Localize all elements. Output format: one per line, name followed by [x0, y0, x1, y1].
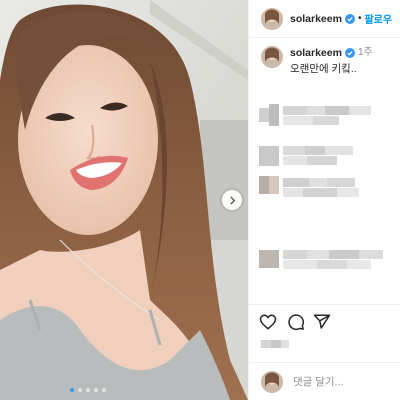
heart-icon[interactable] — [259, 313, 277, 331]
verified-badge-icon — [344, 48, 355, 58]
avatar[interactable] — [261, 46, 283, 68]
caption-timestamp[interactable]: 1주 — [358, 46, 373, 60]
carousel-dot — [86, 388, 90, 392]
avatar — [261, 370, 283, 393]
avatar[interactable] — [261, 7, 283, 30]
comment-input[interactable] — [293, 375, 393, 388]
verified-badge-icon — [344, 13, 355, 24]
chevron-right-icon — [229, 195, 235, 205]
carousel-next-button[interactable] — [222, 190, 242, 210]
carousel-indicator — [70, 388, 106, 392]
carousel-dot — [70, 388, 74, 392]
carousel-dot — [78, 388, 82, 392]
comment-composer — [249, 362, 400, 400]
post-photo — [0, 0, 248, 400]
list-item[interactable] — [259, 174, 399, 208]
list-item[interactable] — [259, 246, 399, 276]
comment-icon[interactable] — [287, 313, 305, 331]
list-item[interactable] — [259, 140, 399, 170]
follow-button[interactable]: 팔로우 — [364, 11, 392, 26]
carousel-dot — [94, 388, 98, 392]
header-username[interactable]: solarkeem — [290, 13, 342, 25]
share-icon[interactable] — [313, 313, 331, 331]
post-header: solarkeem • 팔로우 — [249, 0, 400, 38]
likes-count[interactable] — [261, 338, 321, 350]
post-media[interactable] — [0, 0, 248, 400]
post-caption: solarkeem 1주 오랜만에 키킼.. — [261, 46, 397, 76]
caption-text: 오랜만에 키킼.. — [290, 63, 357, 75]
post-actions — [249, 304, 400, 338]
post-side-panel: solarkeem • 팔로우 solarkeem 1주 오랜만에 키킼.. — [248, 0, 400, 400]
carousel-dot — [102, 388, 106, 392]
caption-username[interactable]: solarkeem — [290, 46, 342, 60]
list-item[interactable] — [259, 100, 399, 130]
separator-dot: • — [357, 13, 362, 24]
